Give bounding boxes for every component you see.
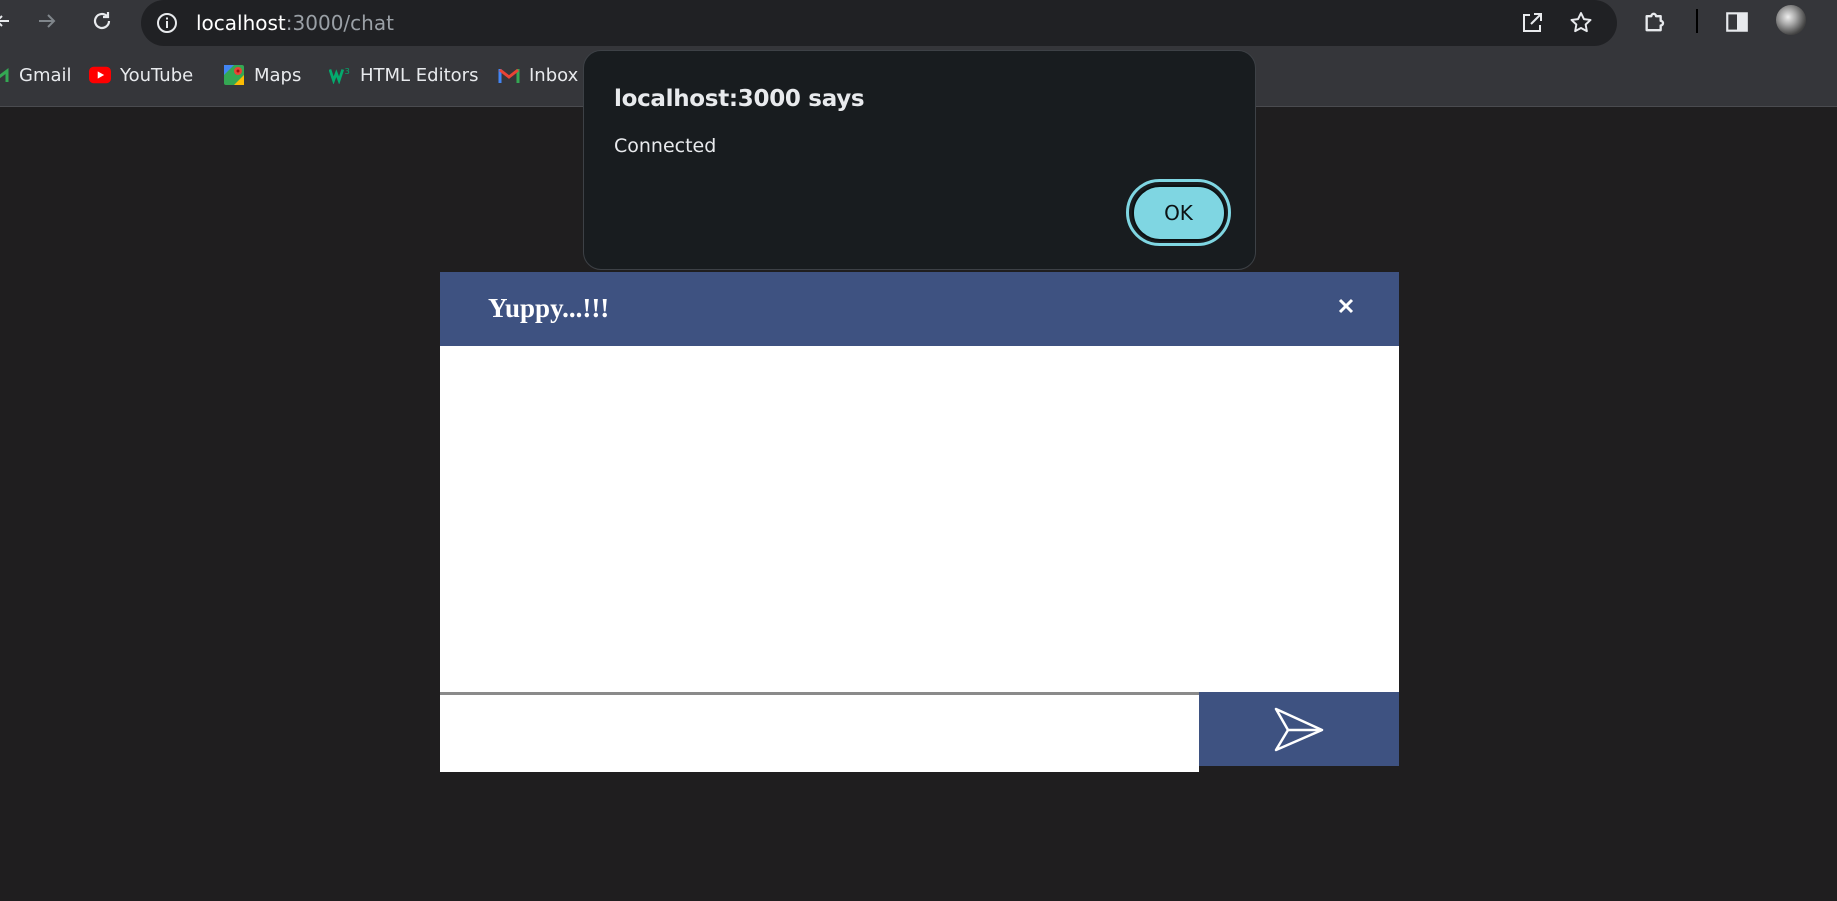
- chat-close-button[interactable]: [1332, 292, 1360, 320]
- url-path: :3000/chat: [285, 11, 394, 35]
- reload-button[interactable]: [85, 4, 119, 38]
- address-bar[interactable]: localhost:3000/chat: [141, 0, 1617, 46]
- toolbar-divider: [1696, 9, 1698, 33]
- bookmark-star-button[interactable]: [1566, 8, 1596, 38]
- dialog-title: localhost:3000 says: [614, 86, 865, 112]
- bookmark-label: HTML Editors: [360, 64, 479, 86]
- send-icon: [1274, 707, 1324, 752]
- gmail-icon: [0, 64, 10, 86]
- bookmark-inbox[interactable]: Inbox (: [498, 63, 591, 87]
- forward-arrow-icon: [39, 14, 56, 28]
- youtube-icon: [89, 64, 111, 86]
- bookmark-youtube[interactable]: YouTube: [89, 63, 193, 87]
- extensions-button[interactable]: [1638, 4, 1674, 40]
- chat-title: Yuppy...!!!: [488, 293, 610, 323]
- star-icon: [1570, 12, 1592, 33]
- gmail-icon: [498, 64, 520, 86]
- bookmark-label: Inbox (: [529, 64, 591, 86]
- ok-button[interactable]: OK: [1126, 179, 1231, 246]
- side-panel-button[interactable]: [1719, 4, 1755, 40]
- puzzle-icon: [1645, 12, 1665, 32]
- bookmark-label: Gmail: [19, 64, 72, 86]
- forward-button[interactable]: [30, 4, 64, 38]
- reload-icon: [93, 12, 111, 30]
- bookmark-gmail[interactable]: Gmail: [0, 63, 72, 87]
- chat-messages-area: [440, 346, 1399, 694]
- dialog-message: Connected: [614, 135, 717, 157]
- ok-button-label: OK: [1131, 184, 1226, 241]
- maps-icon: [223, 64, 245, 86]
- open-in-app-button[interactable]: [1517, 8, 1547, 38]
- back-arrow-icon: [0, 15, 9, 27]
- open-external-icon: [1523, 13, 1542, 32]
- message-input[interactable]: [440, 692, 1199, 772]
- bookmark-maps[interactable]: Maps: [223, 63, 301, 87]
- send-button[interactable]: [1199, 692, 1399, 766]
- browser-toolbar: localhost:3000/chat: [0, 0, 1837, 46]
- url-host: localhost: [196, 11, 286, 35]
- side-panel-icon: [1726, 12, 1748, 32]
- bookmark-html-editors[interactable]: 3 HTML Editors: [329, 63, 478, 87]
- profile-avatar[interactable]: [1776, 5, 1806, 35]
- close-icon: [1338, 298, 1354, 314]
- site-info-icon[interactable]: [155, 11, 179, 40]
- back-button[interactable]: [0, 4, 20, 38]
- url-text[interactable]: localhost:3000/chat: [196, 11, 394, 35]
- chat-header: Yuppy...!!!: [440, 272, 1399, 346]
- alert-dialog: localhost:3000 says Connected OK: [583, 50, 1256, 270]
- svg-text:3: 3: [345, 66, 350, 76]
- chat-widget: Yuppy...!!!: [440, 272, 1399, 772]
- w3-icon: 3: [329, 64, 351, 86]
- bookmark-label: Maps: [254, 64, 302, 86]
- bookmark-label: YouTube: [120, 64, 194, 86]
